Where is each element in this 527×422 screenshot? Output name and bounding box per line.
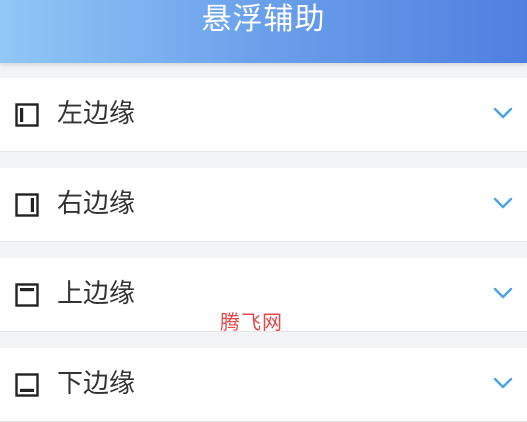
edge-option-label: 右边缘: [57, 189, 136, 219]
edge-option-bottom[interactable]: 下边缘: [0, 348, 527, 422]
edge-option-left[interactable]: 左边缘: [0, 78, 527, 152]
page-title: 悬浮辅助: [201, 2, 326, 37]
chevron-down-icon[interactable]: [493, 106, 513, 120]
panel-bottom-icon: [15, 373, 39, 397]
edge-option-label: 上边缘: [57, 279, 136, 309]
chevron-down-icon[interactable]: [493, 376, 513, 390]
panel-left-icon: [15, 103, 39, 127]
chevron-down-icon[interactable]: [493, 196, 513, 210]
edge-option-label: 左边缘: [57, 99, 136, 129]
watermark-text: 腾飞网: [220, 310, 283, 334]
edge-option-right[interactable]: 右边缘: [0, 168, 527, 242]
panel-right-icon: [15, 193, 39, 217]
header-bar: 悬浮辅助: [0, 0, 527, 63]
panel-top-icon: [15, 283, 39, 307]
edge-option-label: 下边缘: [57, 369, 136, 399]
chevron-down-icon[interactable]: [493, 286, 513, 300]
